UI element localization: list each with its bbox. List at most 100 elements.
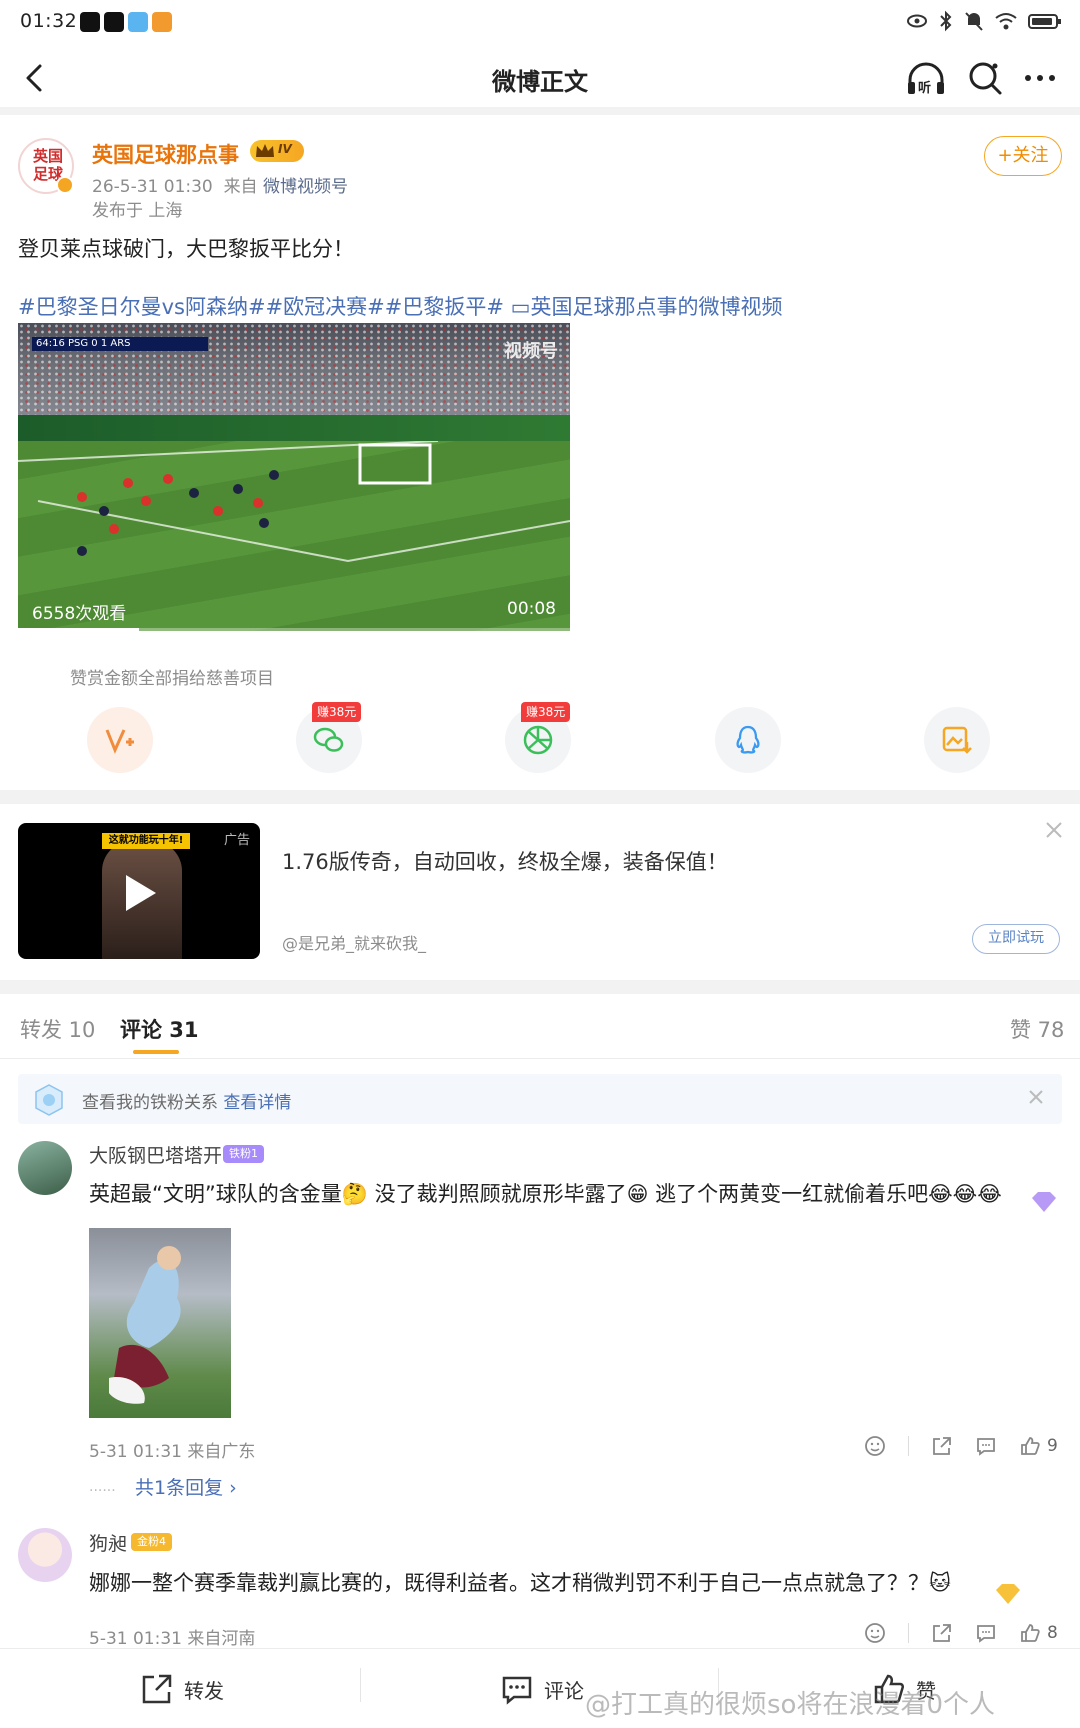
vip-badge: IV	[250, 140, 304, 162]
reward-v-icon	[105, 729, 134, 754]
bottom-comment-button[interactable]: 评论	[500, 1672, 584, 1706]
comment-text: 娜娜一整个赛季靠裁判赢比赛的，既得利益者。这才稍微判罚不利于自己一点点就急了？？…	[89, 1571, 951, 1595]
follow-button[interactable]: +关注	[984, 136, 1062, 176]
diamond-icon	[1032, 1192, 1056, 1212]
video-link-icon: ▭	[510, 295, 531, 319]
tab-comments[interactable]: 评论 31	[120, 1014, 199, 1044]
fan-text-label: 查看我的铁粉关系	[82, 1093, 218, 1113]
comment-image-photo	[109, 1246, 181, 1404]
reward-text: 赞赏金额全部捐给慈善项目	[70, 669, 274, 689]
moments-icon	[523, 725, 553, 755]
post-text: 登贝莱点球破门，大巴黎扳平比分！	[18, 237, 354, 261]
video-views: 6558次观看	[32, 604, 127, 624]
video-link[interactable]: 英国足球那点事的微博视频	[530, 295, 782, 319]
divider	[0, 1058, 1080, 1059]
wifi-icon	[995, 13, 1017, 30]
headphones-icon: 听	[908, 62, 944, 95]
fan-badge: 铁粉1	[223, 1145, 264, 1163]
share-icon[interactable]	[931, 1435, 953, 1457]
comment-author[interactable]: 大阪钢巴塔塔开	[89, 1141, 222, 1168]
divider	[908, 1436, 909, 1456]
reward-button[interactable]	[87, 707, 153, 773]
svg-text:听: 听	[918, 80, 931, 95]
tiktok-icon	[80, 12, 100, 32]
ad-close-button[interactable]	[1044, 820, 1064, 840]
video-progress-fill	[18, 628, 140, 631]
app-icon	[128, 12, 148, 32]
status-bar: 01:32	[0, 0, 1080, 44]
reply-dots: ······	[89, 1483, 116, 1499]
video-ad-board	[18, 415, 570, 441]
watermark: @打工真的很烦so将在浪漫着0个人	[585, 1690, 995, 1720]
comment-author[interactable]: 狗昶	[89, 1529, 127, 1556]
comment-image[interactable]	[89, 1228, 231, 1418]
fan-icon	[32, 1083, 66, 1117]
like-button[interactable]: 9	[1019, 1435, 1058, 1457]
search-icon	[969, 62, 1002, 95]
verified-badge	[56, 176, 74, 194]
save-image-button[interactable]	[924, 707, 990, 773]
post-tags[interactable]: #巴黎圣日尔曼vs阿森纳##欧冠决赛##巴黎扳平# ▭英国足球那点事的微博视频	[18, 291, 782, 321]
share-icon[interactable]	[931, 1622, 953, 1644]
video-progress[interactable]	[18, 628, 570, 631]
comment-text: 英超最“文明”球队的含金量🤔 没了裁判照顾就原形毕露了😁 逃了个两黄变一红就偷着…	[89, 1182, 1002, 1206]
tab-repost[interactable]: 转发 10	[20, 1014, 95, 1044]
comment-icon	[502, 1676, 532, 1705]
tiktok-icon	[104, 12, 124, 32]
listen-button[interactable]: 听	[905, 58, 947, 98]
play-icon	[126, 875, 156, 911]
divider	[360, 1668, 361, 1702]
bottom-comment-label: 评论	[544, 1678, 584, 1703]
qq-icon	[736, 725, 760, 754]
post-source[interactable]: 微博视频号	[263, 177, 348, 197]
status-icons	[906, 10, 1062, 32]
earn-tag: 赚38元	[521, 702, 571, 722]
divider	[0, 980, 1080, 994]
more-dots-icon	[1025, 75, 1055, 81]
video-brand: 视频号	[504, 341, 558, 362]
comment-icon[interactable]	[975, 1435, 997, 1457]
tab-likes[interactable]: 赞 78	[1010, 1014, 1064, 1044]
bottom-repost-button[interactable]: 转发	[140, 1672, 224, 1706]
ad-thumbnail[interactable]: 这就功能玩十年! 广告	[18, 823, 260, 959]
author-name[interactable]: 英国足球那点事	[92, 139, 239, 169]
thumbs-up-icon	[1021, 1624, 1040, 1642]
ad-thumb-banner: 这就功能玩十年!	[102, 833, 190, 849]
post-meta: 26-5-31 01:30 来自 微博视频号	[92, 172, 348, 197]
hashtags[interactable]: #巴黎圣日尔曼vs阿森纳##欧冠决赛##巴黎扳平#	[18, 295, 511, 319]
ad-cta-button[interactable]: 立即试玩	[972, 924, 1060, 954]
emoji-icon[interactable]	[864, 1622, 886, 1644]
emoji-icon[interactable]	[864, 1435, 886, 1457]
like-button[interactable]: 8	[1019, 1622, 1058, 1644]
battery-icon	[1028, 14, 1061, 29]
close-icon	[1046, 822, 1062, 838]
bottom-repost-label: 转发	[184, 1678, 224, 1703]
like-count: 8	[1047, 1623, 1058, 1643]
bluetooth-icon	[940, 10, 952, 32]
image-download-icon	[942, 726, 972, 754]
video-scoreboard: 64:16 PSG 0 1 ARS	[32, 337, 208, 351]
qq-share-button[interactable]	[715, 707, 781, 773]
more-button[interactable]	[1020, 58, 1060, 98]
like-count: 9	[1047, 1436, 1058, 1456]
app-icon	[152, 12, 172, 32]
fan-badge: 金粉4	[131, 1533, 172, 1551]
post-location: 发布于 上海	[92, 201, 183, 221]
comment-actions: 8	[864, 1622, 1058, 1644]
fan-close-button[interactable]	[1028, 1089, 1044, 1105]
comment-avatar[interactable]	[18, 1528, 72, 1582]
earn-tag: 赚38元	[312, 702, 362, 722]
reply-link[interactable]: 共1条回复 ›	[135, 1473, 237, 1500]
comment-avatar[interactable]	[18, 1141, 72, 1195]
thumbs-up-icon	[1021, 1437, 1040, 1455]
wechat-icon	[313, 727, 344, 752]
ad-text[interactable]: 1.76版传奇，自动回收，终极全爆，装备保值！	[282, 846, 728, 876]
vip-level: IV	[278, 142, 292, 156]
mute-bell-icon	[965, 12, 983, 31]
search-button[interactable]	[965, 58, 1005, 98]
comment-icon[interactable]	[975, 1622, 997, 1644]
source-prefix: 来自	[223, 177, 258, 197]
fan-detail-link[interactable]: 查看详情	[223, 1093, 291, 1113]
video-player[interactable]: 64:16 PSG 0 1 ARS 视频号 6558次观看 00:08	[18, 323, 570, 631]
repost-icon	[142, 1674, 172, 1704]
